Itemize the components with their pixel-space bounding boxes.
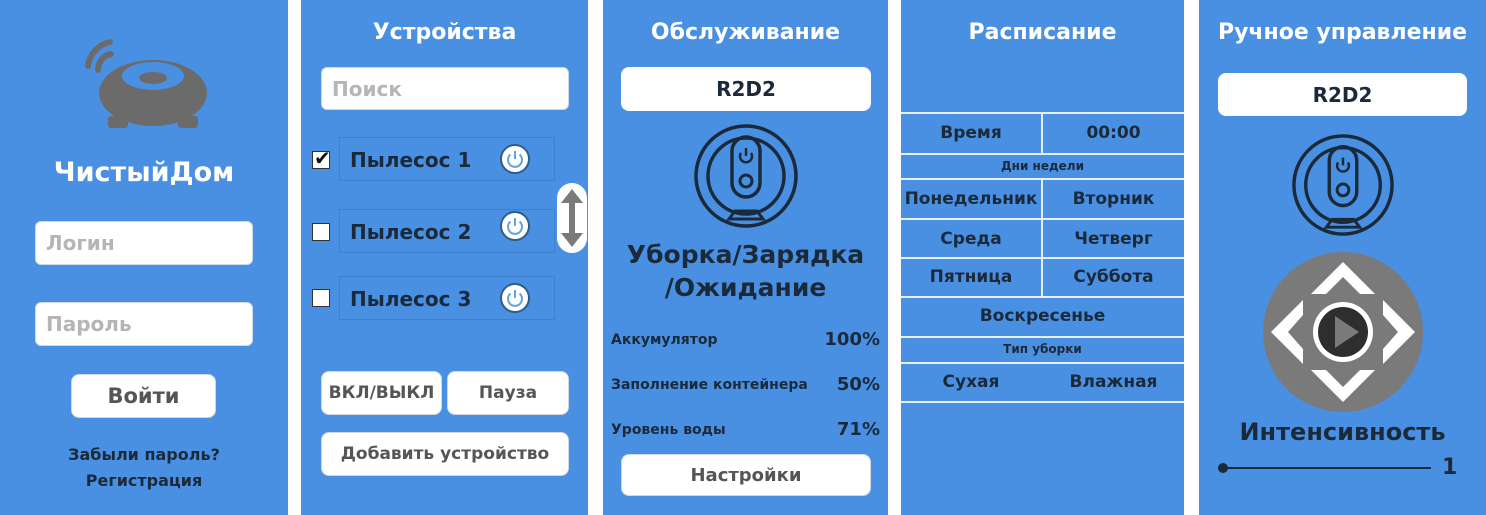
devices-title: Устройства <box>372 20 517 45</box>
service-title: Обслуживание <box>650 20 841 45</box>
schedule-title: Расписание <box>968 20 1117 45</box>
intensity-slider[interactable] <box>1218 460 1431 476</box>
stat-value: 50% <box>836 374 880 395</box>
forgot-password-link[interactable]: Забыли пароль? <box>0 445 288 464</box>
intensity-label: Интенсивность <box>1239 418 1446 446</box>
robot-vacuum-outline-icon <box>1292 134 1394 236</box>
direction-pad-icon[interactable] <box>1263 252 1423 412</box>
day-saturday[interactable]: Суббота <box>1043 267 1184 287</box>
login-input[interactable]: Логин <box>35 221 253 265</box>
device-1-checkbox[interactable]: ✔ <box>312 146 331 170</box>
stat-value: 100% <box>824 329 880 350</box>
cleaning-type-header: Тип уборки <box>1003 342 1082 356</box>
day-friday[interactable]: Пятница <box>901 267 1041 287</box>
service-screen: Обслуживание R2D2 Уборка/Зарядка /Ожидан… <box>603 0 888 515</box>
device-3-checkbox[interactable] <box>312 289 330 307</box>
schedule-screen: Расписание Время 00:00 Дни недели Понеде… <box>901 0 1184 515</box>
device-label: Пылесос 1 <box>350 148 472 172</box>
scroll-arrows-icon <box>561 189 583 247</box>
stat-value: 71% <box>836 419 880 440</box>
scroll-handle[interactable] <box>557 183 587 253</box>
app-name: ЧистыйДом <box>53 157 235 188</box>
device-name-box: R2D2 <box>1218 73 1467 116</box>
stat-label: Заполнение контейнера <box>611 377 808 393</box>
device-2-checkbox[interactable] <box>312 223 330 241</box>
power-icon[interactable] <box>500 144 530 174</box>
weekdays-header: Дни недели <box>1000 159 1085 173</box>
checkmark-icon: ✔ <box>314 146 331 170</box>
power-toggle-button[interactable]: ВКЛ/ВЫКЛ <box>321 371 442 415</box>
divider <box>901 336 1184 338</box>
manual-control-screen: Ручное управление R2D2 Интенсивность 1 <box>1199 0 1486 515</box>
slider-track <box>1218 467 1431 469</box>
login-button[interactable]: Войти <box>71 374 216 418</box>
status-line-1: Уборка/Зарядка <box>626 240 865 269</box>
day-sunday[interactable]: Воскресенье <box>901 306 1184 326</box>
robot-vacuum-outline-icon <box>694 124 798 228</box>
time-label: Время <box>940 123 1002 143</box>
day-wednesday[interactable]: Среда <box>901 229 1041 249</box>
devices-screen: Устройства Поиск ✔ Пылесос 1 Пылесос 2 П… <box>301 0 588 515</box>
stat-label: Аккумулятор <box>611 332 718 348</box>
search-input[interactable]: Поиск <box>321 67 569 110</box>
password-input[interactable]: Пароль <box>35 302 253 346</box>
intensity-value: 1 <box>1442 455 1458 480</box>
day-thursday[interactable]: Четверг <box>1043 229 1184 249</box>
divider <box>901 401 1184 403</box>
divider <box>901 296 1184 298</box>
divider <box>901 362 1184 364</box>
status-line-2: /Ожидание <box>664 273 827 302</box>
login-screen: ЧистыйДом Логин Пароль Войти Забыли паро… <box>0 0 288 515</box>
device-name-box: R2D2 <box>621 67 871 111</box>
stat-label: Уровень воды <box>611 422 726 438</box>
device-label: Пылесос 3 <box>350 287 472 311</box>
settings-button[interactable]: Настройки <box>621 454 871 496</box>
time-value[interactable]: 00:00 <box>1043 123 1184 143</box>
day-tuesday[interactable]: Вторник <box>1043 189 1184 209</box>
add-device-button[interactable]: Добавить устройство <box>321 432 569 476</box>
cleaning-type-wet[interactable]: Влажная <box>1043 372 1184 392</box>
power-icon[interactable] <box>500 211 530 241</box>
pause-button[interactable]: Пауза <box>447 371 569 415</box>
power-icon[interactable] <box>500 283 530 313</box>
status-text: Уборка/Зарядка /Ожидание <box>603 238 888 304</box>
slider-thumb[interactable] <box>1218 463 1228 473</box>
device-label: Пылесос 2 <box>350 220 472 244</box>
manual-title: Ручное управление <box>1217 20 1468 45</box>
divider <box>901 153 1184 155</box>
day-monday[interactable]: Понедельник <box>901 189 1041 209</box>
cleaning-type-dry[interactable]: Сухая <box>901 372 1041 392</box>
robot-vacuum-icon <box>85 39 207 128</box>
register-link[interactable]: Регистрация <box>0 471 288 490</box>
